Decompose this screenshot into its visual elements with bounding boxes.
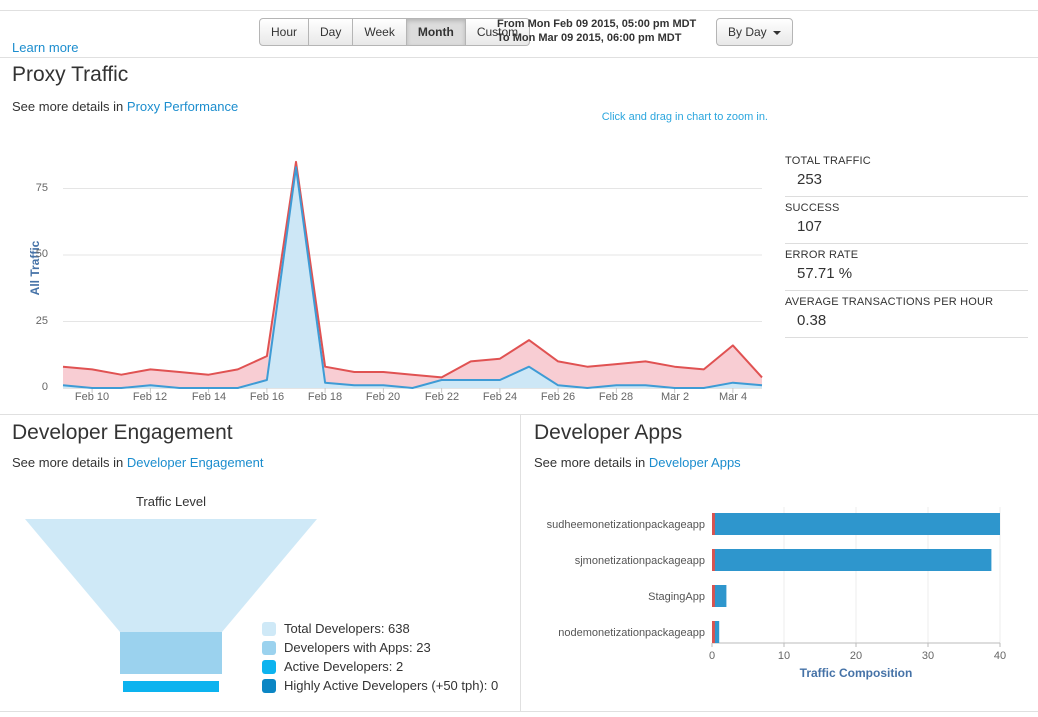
svg-text:0: 0 [709,650,715,662]
legend-swatch-icon [262,621,276,636]
svg-text:StagingApp: StagingApp [648,591,705,603]
analytics-dashboard-page: Learn more Hour Day Week Month Custom From M… [0,0,1038,717]
svg-text:20: 20 [850,650,862,662]
stat-value: 107 [797,218,823,235]
granularity-dropdown[interactable]: By Day [716,18,793,46]
range-button-month[interactable]: Month [406,18,466,46]
header-divider [0,57,1038,58]
range-button-hour[interactable]: Hour [259,18,310,46]
date-range: From Mon Feb 09 2015, 05:00 pm MDT To Mo… [497,17,696,45]
svg-text:nodemonetizationpackageapp: nodemonetizationpackageapp [558,627,705,639]
date-to-label: To [497,32,510,44]
x-tick-label: Feb 20 [365,391,401,403]
x-tick-label: Mar 2 [660,391,690,403]
y-tick-label: 25 [35,315,48,327]
x-tick-label: Feb 12 [132,391,168,403]
stat-total-traffic: TOTAL TRAFFIC 253 [785,150,1028,197]
proxy-traffic-chart[interactable] [50,145,775,415]
section-divider-vertical [520,415,521,711]
legend-label: Highly Active Developers (+50 tph): 0 [284,678,499,693]
stat-success: SUCCESS 107 [785,197,1028,244]
stat-error-rate: ERROR RATE 57.71 % [785,244,1028,291]
funnel-legend: Total Developers: 638 Developers with App… [262,621,498,697]
x-tick-label: Feb 18 [307,391,343,403]
chevron-down-icon [772,30,781,35]
learn-more-link[interactable]: Learn more [12,40,78,55]
date-from-label: From [497,18,525,30]
x-tick-label: Feb 28 [598,391,634,403]
developer-engagement-title: Developer Engagement [12,421,233,444]
svg-text:10: 10 [778,650,790,662]
stat-value: 57.71 % [797,265,853,282]
section-divider-horizontal [0,414,1038,415]
y-tick-label: 50 [35,248,48,260]
developer-apps-link[interactable]: Developer Apps [649,455,741,470]
stat-value: 0.38 [797,312,827,329]
svg-text:Traffic Composition: Traffic Composition [800,666,913,680]
legend-item-developers-with-apps: Developers with Apps: 23 [262,640,498,655]
engagement-subtitle-text: See more details in [12,455,124,470]
legend-swatch-icon [262,640,276,655]
x-tick-label: Feb 10 [74,391,110,403]
date-from: From Mon Feb 09 2015, 05:00 pm MDT [497,17,696,31]
legend-item-active-developers: Active Developers: 2 [262,659,498,674]
zoom-hint: Click and drag in chart to zoom in. [601,111,768,123]
range-button-group: Hour Day Week Month Custom [259,18,531,46]
x-tick-label: Feb 24 [482,391,518,403]
legend-swatch-icon [262,678,276,693]
proxy-traffic-subtitle: See more details in Proxy Performance [12,99,238,114]
stat-label: AVERAGE TRANSACTIONS PER HOUR [785,296,994,308]
date-from-value: Mon Feb 09 2015, 05:00 pm MDT [527,18,697,30]
stat-label: ERROR RATE [785,249,859,261]
legend-label: Developers with Apps: 23 [284,640,431,655]
top-divider [0,10,1038,11]
bottom-divider [0,711,1038,712]
stat-average-transactions-per-hour: AVERAGE TRANSACTIONS PER HOUR 0.38 [785,291,1028,338]
funnel-title: Traffic Level [135,494,207,509]
developer-engagement-link[interactable]: Developer Engagement [127,455,264,470]
stat-value: 253 [797,171,823,188]
date-to-value: Mon Mar 09 2015, 06:00 pm MDT [512,32,682,44]
svg-text:40: 40 [994,650,1006,662]
range-button-week[interactable]: Week [353,18,407,46]
developer-apps-subtitle: See more details in Developer Apps [534,455,741,470]
proxy-performance-link[interactable]: Proxy Performance [127,99,238,114]
x-tick-label: Feb 14 [191,391,227,403]
legend-swatch-icon [262,659,276,674]
developer-engagement-subtitle: See more details in Developer Engagement [12,455,264,470]
x-tick-label: Feb 26 [540,391,576,403]
developer-apps-title: Developer Apps [534,421,683,444]
legend-item-highly-active-developers-50-tph: Highly Active Developers (+50 tph): 0 [262,678,498,693]
proxy-stats: TOTAL TRAFFIC 253 SUCCESS 107 ERROR RATE 57.7… [785,150,1028,338]
legend-label: Total Developers: 638 [284,621,410,636]
stat-label: TOTAL TRAFFIC [785,155,871,167]
svg-text:sudheemonetizationpackageapp: sudheemonetizationpackageapp [547,519,705,531]
x-tick-label: Feb 22 [424,391,460,403]
range-button-day[interactable]: Day [309,18,354,46]
y-tick-label: 0 [41,381,48,393]
granularity-label: By Day [728,25,767,39]
stat-label: SUCCESS [785,202,840,214]
x-tick-label: Feb 16 [249,391,285,403]
developer-apps-chart[interactable]: 0 10 20 30 40 sudheemonetizationpackageapp sjm… [525,503,1033,688]
legend-item-total-developers: Total Developers: 638 [262,621,498,636]
legend-label: Active Developers: 2 [284,659,404,674]
y-tick-label: 75 [35,182,48,194]
proxy-subtitle-text: See more details in [12,99,124,114]
svg-text:sjmonetizationpackageapp: sjmonetizationpackageapp [575,555,705,567]
date-to: To Mon Mar 09 2015, 06:00 pm MDT [497,31,696,45]
proxy-traffic-title: Proxy Traffic [12,63,129,86]
svg-text:30: 30 [922,650,934,662]
x-tick-label: Mar 4 [718,391,748,403]
apps-subtitle-text: See more details in [534,455,646,470]
